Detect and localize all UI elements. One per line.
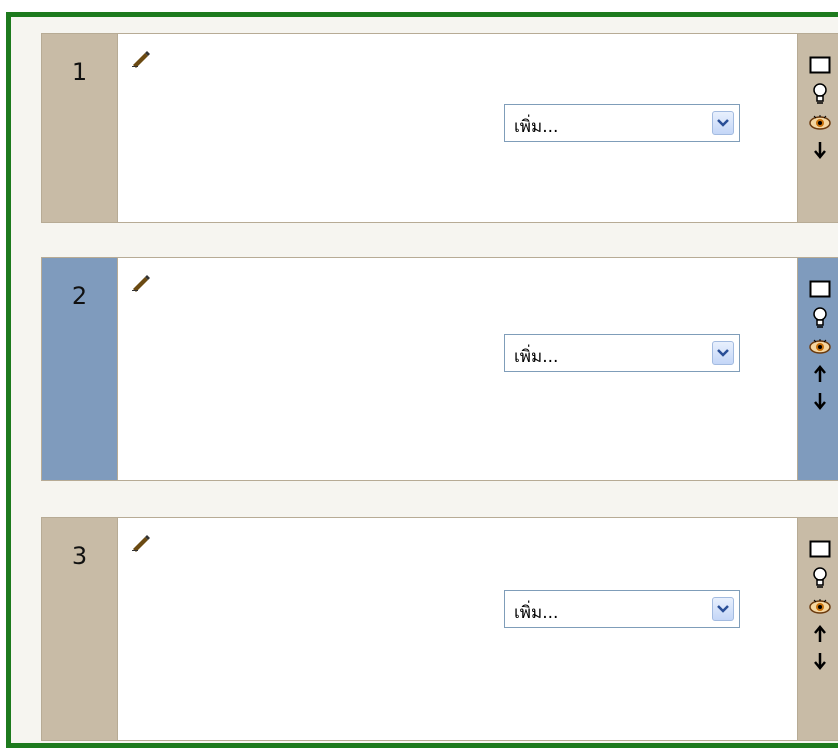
eye-icon[interactable] [809,598,831,616]
section-number: 2 [71,282,88,310]
section-number-column: 2 [42,258,117,480]
move-down-arrow-icon[interactable] [814,141,826,159]
section-number-column: 1 [42,34,117,222]
course-section-3: 3 เพิ่ม... [41,517,838,741]
section-content: เพิ่ม... [117,518,798,740]
hide-box-icon[interactable] [809,56,831,74]
add-activity-select-value: เพิ่ม... [514,117,559,137]
chevron-down-icon[interactable] [712,341,734,365]
section-content: เพิ่ม... [117,34,798,222]
add-activity-select[interactable]: เพิ่ม... [504,590,740,628]
eye-icon[interactable] [809,338,831,356]
chevron-down-icon[interactable] [712,111,734,135]
chevron-down-icon[interactable] [712,597,734,621]
lightbulb-icon[interactable] [812,83,828,105]
eye-icon[interactable] [809,114,831,132]
move-down-arrow-icon[interactable] [814,652,826,670]
add-activity-select-value: เพิ่ม... [514,347,559,367]
add-activity-select[interactable]: เพิ่ม... [504,334,740,372]
section-number-column: 3 [42,518,117,740]
move-up-arrow-icon[interactable] [814,365,826,383]
move-down-arrow-icon[interactable] [814,392,826,410]
section-number: 3 [71,542,88,570]
lightbulb-icon[interactable] [812,307,828,329]
move-up-arrow-icon[interactable] [814,625,826,643]
course-section-1: 1 เพิ่ม... [41,33,838,223]
course-sections-frame: 1 เพิ่ม... 2 เพิ่ม... 3 เพิ่ม... [6,12,838,748]
edit-summary-icon[interactable] [130,534,152,552]
section-controls [798,34,838,222]
add-activity-select[interactable]: เพิ่ม... [504,104,740,142]
section-content: เพิ่ม... [117,258,798,480]
hide-box-icon[interactable] [809,280,831,298]
section-controls [798,258,838,480]
edit-summary-icon[interactable] [130,50,152,68]
section-controls [798,518,838,740]
lightbulb-icon[interactable] [812,567,828,589]
add-activity-select-value: เพิ่ม... [514,603,559,623]
section-number: 1 [71,58,88,86]
course-section-2: 2 เพิ่ม... [41,257,838,481]
edit-summary-icon[interactable] [130,274,152,292]
hide-box-icon[interactable] [809,540,831,558]
